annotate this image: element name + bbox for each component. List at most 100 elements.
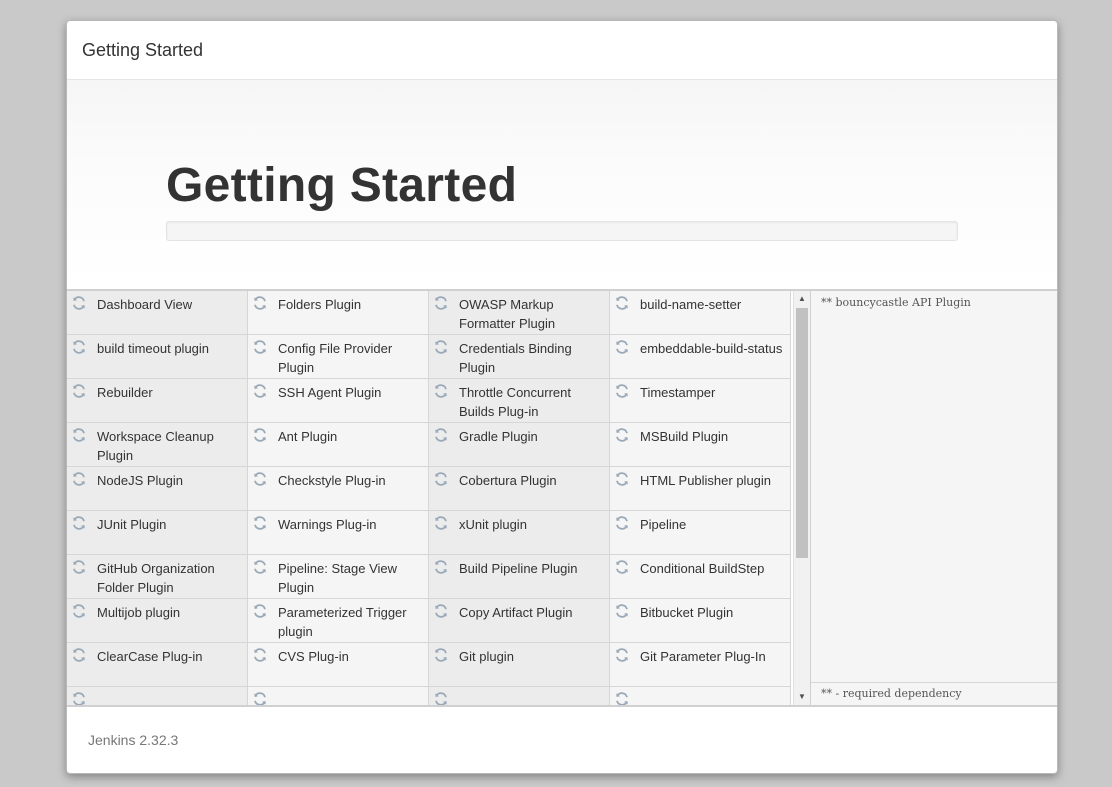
- plugin-item: embeddable-build-status: [610, 335, 791, 379]
- plugin-item: ClearCase Plug-in: [67, 643, 248, 687]
- plugin-name: ClearCase Plug-in: [97, 649, 203, 664]
- plugin-item: [248, 687, 429, 705]
- refresh-icon: [252, 559, 268, 575]
- plugin-install-area: Dashboard View Folders Plugin OWASP Markup…: [67, 291, 1057, 707]
- scroll-up-arrow-icon[interactable]: ▲: [794, 291, 810, 307]
- refresh-icon: [433, 427, 449, 443]
- plugin-item: Copy Artifact Plugin: [429, 599, 610, 643]
- plugin-item: build-name-setter: [610, 291, 791, 335]
- refresh-icon: [614, 647, 630, 663]
- refresh-icon: [252, 691, 268, 705]
- refresh-icon: [71, 471, 87, 487]
- plugin-item: Rebuilder: [67, 379, 248, 423]
- log-entry: ** bouncycastle API Plugin: [821, 296, 971, 309]
- plugin-name: Git Parameter Plug-In: [640, 649, 766, 664]
- log-legend: ** - required dependency: [811, 682, 1057, 705]
- plugin-item: Pipeline: Stage View Plugin: [248, 555, 429, 599]
- refresh-icon: [614, 295, 630, 311]
- refresh-icon: [252, 603, 268, 619]
- plugin-name: MSBuild Plugin: [640, 429, 729, 444]
- plugin-item: Parameterized Trigger plugin: [248, 599, 429, 643]
- plugin-name: Copy Artifact Plugin: [459, 605, 573, 620]
- plugin-item: Checkstyle Plug-in: [248, 467, 429, 511]
- plugin-item: Timestamper: [610, 379, 791, 423]
- plugin-item: Ant Plugin: [248, 423, 429, 467]
- plugin-item: Throttle Concurrent Builds Plug-in: [429, 379, 610, 423]
- plugin-item: MSBuild Plugin: [610, 423, 791, 467]
- scroll-thumb[interactable]: [796, 308, 808, 558]
- dialog-title: Getting Started: [82, 39, 204, 60]
- refresh-icon: [614, 383, 630, 399]
- refresh-icon: [433, 383, 449, 399]
- plugin-item: Pipeline: [610, 511, 791, 555]
- refresh-icon: [614, 515, 630, 531]
- plugin-name: NodeJS Plugin: [97, 473, 183, 488]
- plugin-name: Pipeline: Stage View Plugin: [278, 561, 398, 595]
- refresh-icon: [252, 339, 268, 355]
- refresh-icon: [252, 295, 268, 311]
- refresh-icon: [614, 603, 630, 619]
- plugin-name: Multijob plugin: [97, 605, 181, 620]
- plugin-item: Bitbucket Plugin: [610, 599, 791, 643]
- refresh-icon: [433, 647, 449, 663]
- plugin-name: Workspace Cleanup Plugin: [97, 429, 214, 463]
- plugin-item: CVS Plug-in: [248, 643, 429, 687]
- plugin-name: xUnit plugin: [459, 517, 527, 532]
- refresh-icon: [71, 383, 87, 399]
- refresh-icon: [71, 295, 87, 311]
- plugin-item: [610, 687, 791, 705]
- install-progress-bar: [166, 221, 958, 241]
- plugin-name: Throttle Concurrent Builds Plug-in: [459, 385, 571, 419]
- dialog-footer: Jenkins 2.32.3: [67, 707, 1057, 773]
- refresh-icon: [71, 427, 87, 443]
- plugin-name: embeddable-build-status: [640, 341, 783, 356]
- plugin-name: SSH Agent Plugin: [278, 385, 382, 400]
- version-label: Jenkins 2.32.3: [88, 732, 179, 748]
- plugin-item: NodeJS Plugin: [67, 467, 248, 511]
- plugin-list-scrollbar[interactable]: ▲ ▼: [793, 291, 810, 705]
- plugin-item: Workspace Cleanup Plugin: [67, 423, 248, 467]
- plugin-name: CVS Plug-in: [278, 649, 349, 664]
- plugin-item: Cobertura Plugin: [429, 467, 610, 511]
- hero-panel: Getting Started: [67, 80, 1057, 291]
- plugin-item: Config File Provider Plugin: [248, 335, 429, 379]
- plugin-name: JUnit Plugin: [97, 517, 167, 532]
- plugin-item: [429, 687, 610, 705]
- plugin-name: HTML Publisher plugin: [640, 473, 772, 488]
- plugin-item: HTML Publisher plugin: [610, 467, 791, 511]
- plugin-item: GitHub Organization Folder Plugin: [67, 555, 248, 599]
- refresh-icon: [252, 515, 268, 531]
- plugin-name: Pipeline: [640, 517, 687, 532]
- plugin-name: Conditional BuildStep: [640, 561, 765, 576]
- plugin-item: Folders Plugin: [248, 291, 429, 335]
- plugin-name: Timestamper: [640, 385, 716, 400]
- plugin-item: Build Pipeline Plugin: [429, 555, 610, 599]
- refresh-icon: [433, 559, 449, 575]
- plugin-item: SSH Agent Plugin: [248, 379, 429, 423]
- plugin-item: JUnit Plugin: [67, 511, 248, 555]
- plugin-item: xUnit plugin: [429, 511, 610, 555]
- refresh-icon: [614, 559, 630, 575]
- plugin-list[interactable]: Dashboard View Folders Plugin OWASP Markup…: [67, 291, 793, 705]
- refresh-icon: [433, 339, 449, 355]
- plugin-item: Credentials Binding Plugin: [429, 335, 610, 379]
- plugin-name: Build Pipeline Plugin: [459, 561, 578, 576]
- plugin-name: Cobertura Plugin: [459, 473, 557, 488]
- refresh-icon: [614, 471, 630, 487]
- plugin-name: Dashboard View: [97, 297, 193, 312]
- scroll-down-arrow-icon[interactable]: ▼: [794, 689, 810, 705]
- dialog-header: Getting Started: [67, 21, 1057, 80]
- plugin-item: [67, 687, 248, 705]
- refresh-icon: [252, 427, 268, 443]
- plugin-name: build timeout plugin: [97, 341, 210, 356]
- refresh-icon: [252, 471, 268, 487]
- plugin-item: Multijob plugin: [67, 599, 248, 643]
- plugin-name: GitHub Organization Folder Plugin: [97, 561, 215, 595]
- plugin-name: Folders Plugin: [278, 297, 362, 312]
- plugin-name: Rebuilder: [97, 385, 153, 400]
- refresh-icon: [614, 691, 630, 705]
- refresh-icon: [614, 427, 630, 443]
- plugin-item: Conditional BuildStep: [610, 555, 791, 599]
- plugin-item: build timeout plugin: [67, 335, 248, 379]
- plugin-name: Parameterized Trigger plugin: [278, 605, 407, 639]
